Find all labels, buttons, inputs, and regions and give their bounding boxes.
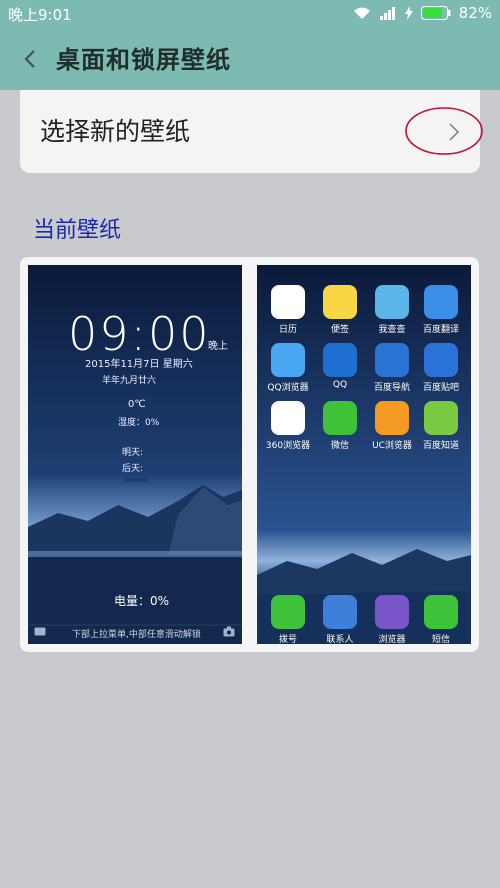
tieba-icon [424,343,458,377]
app-qq[interactable]: QQ [315,343,365,390]
browser-icon [375,595,409,629]
app-wochacha[interactable]: 我查查 [367,285,417,335]
lock-indicator [124,478,148,482]
app-baidu-tieba[interactable]: 百度贴吧 [416,343,466,393]
phone-icon [271,595,305,629]
contacts-icon [323,595,357,629]
charging-icon [404,6,413,20]
status-time: 晚上9:01 [8,6,72,24]
360-browser-icon [271,401,305,435]
annotation-ellipse [405,107,483,155]
calendar-icon [271,285,305,319]
dock-sms[interactable]: 短信 [416,595,466,644]
page-title: 桌面和锁屏壁纸 [56,46,231,74]
app-uc-browser[interactable]: UC浏览器 [367,401,417,451]
lock-temperature: 0℃ [128,399,146,410]
dock-browser[interactable]: 浏览器 [367,595,417,644]
app-baidu-navigation[interactable]: 百度导航 [367,343,417,393]
back-arrow-icon[interactable] [18,43,42,75]
translate-icon [424,285,458,319]
message-icon [34,627,46,636]
home-screen-preview[interactable]: 日历 便签 我查查 百度翻译 QQ浏览器 QQ 百度导航 百度贴吧 360浏览器… [257,265,471,644]
lock-unlock-hint: 下部上拉菜单,中部任意滑动解锁 [72,630,201,640]
choose-new-wallpaper-row[interactable]: 选择新的壁纸 [20,90,483,173]
app-notes[interactable]: 便签 [315,285,365,335]
lock-humidity: 湿度：0% [118,418,160,428]
chevron-right-icon[interactable] [447,121,461,143]
uc-browser-icon [375,401,409,435]
choose-new-wallpaper-label: 选择新的壁纸 [40,117,191,146]
qq-penguin-icon [323,343,357,377]
current-wallpaper-preview: 09:00 晚上 2015年11月7日 星期六 羊年九月廿六 0℃ 湿度：0% … [20,257,479,652]
baidu-zhidao-icon [424,401,458,435]
battery-icon [420,6,451,20]
lock-lunar-date: 羊年九月廿六 [102,376,157,386]
current-wallpaper-title: 当前壁纸 [33,218,122,243]
lock-forecast-tomorrow: 明天: [122,448,144,458]
app-calendar[interactable]: 日历 [263,285,313,335]
status-bar: 晚上9:01 82% [0,0,500,28]
lock-battery: 电量：0% [114,594,170,608]
dock-phone[interactable]: 拨号 [263,595,313,644]
notes-icon [323,285,357,319]
camera-icon [223,626,235,637]
app-360-browser[interactable]: 360浏览器 [263,401,313,451]
battery-percent: 82% [458,4,492,22]
lock-forecast-after: 后天: [122,464,144,474]
app-baidu-translate[interactable]: 百度翻译 [416,285,466,335]
wechat-icon [323,401,357,435]
lock-clock: 09:00 [68,307,211,361]
app-baidu-zhidao[interactable]: 百度知道 [416,401,466,451]
qq-browser-icon [271,343,305,377]
barcode-icon [375,285,409,319]
wifi-icon [353,7,370,19]
dock-contacts[interactable]: 联系人 [315,595,365,644]
app-bar: 桌面和锁屏壁纸 [0,28,500,90]
signal-icon [379,7,395,20]
lock-ampm: 晚上 [208,341,228,352]
lock-screen-preview[interactable]: 09:00 晚上 2015年11月7日 星期六 羊年九月廿六 0℃ 湿度：0% … [28,265,242,644]
sms-icon [424,595,458,629]
app-wechat[interactable]: 微信 [315,401,365,451]
lock-date: 2015年11月7日 星期六 [85,359,193,370]
app-qq-browser[interactable]: QQ浏览器 [263,343,313,393]
status-indicators: 82% [353,4,492,22]
navigation-icon [375,343,409,377]
